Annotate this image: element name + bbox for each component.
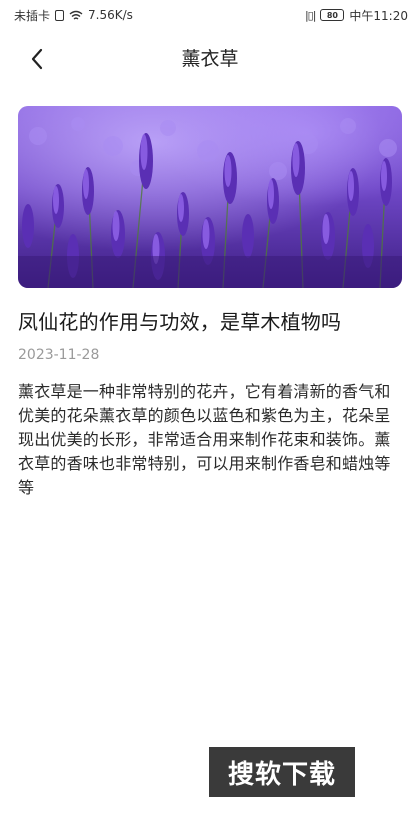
page-title: 薰衣草	[181, 48, 239, 70]
status-bar: 未插卡 7.56K/s |▯| 80 中午11:20	[0, 0, 420, 30]
battery-level: 80	[326, 10, 338, 20]
back-button[interactable]	[20, 42, 54, 76]
vibrate-icon: |▯|	[304, 8, 317, 22]
article-date: 2023-11-28	[18, 347, 100, 363]
watermark-logo: 搜软下载	[209, 747, 355, 797]
hero-image	[18, 106, 402, 288]
status-left: 未插卡 7.56K/s	[14, 7, 133, 24]
clock: 中午11:20	[349, 8, 408, 23]
lavender-field-image	[18, 106, 402, 288]
sim-card-icon	[55, 9, 65, 21]
network-speed: 7.56K/s	[88, 8, 133, 22]
article-title: 凤仙花的作用与功效，是草木植物吗	[18, 310, 342, 334]
chevron-left-icon	[31, 48, 43, 70]
battery-icon: 80	[320, 9, 345, 21]
nav-bar: 薰衣草	[0, 36, 420, 82]
wifi-icon	[69, 10, 83, 20]
status-right: |▯| 80 中午11:20	[305, 7, 408, 24]
article-body: 薰衣草是一种非常特别的花卉，它有着清新的香气和优美的花朵薰衣草的颜色以蓝色和紫色…	[18, 382, 391, 497]
carrier-text: 未插卡	[14, 8, 51, 23]
